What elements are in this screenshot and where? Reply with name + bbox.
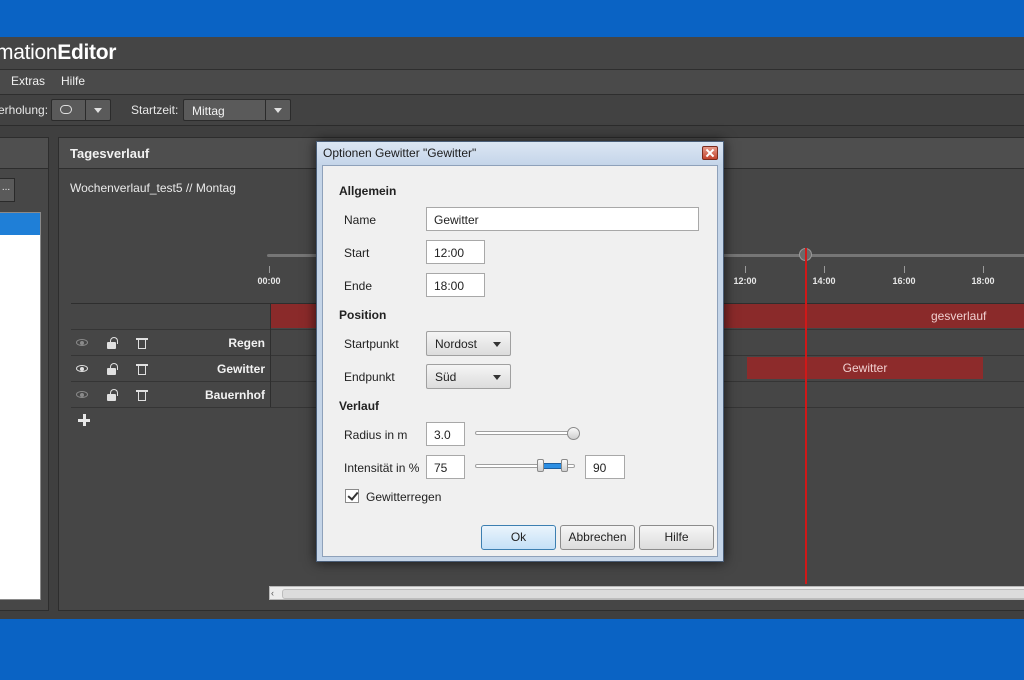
dialog-title: Optionen Gewitter "Gewitter" xyxy=(323,146,477,160)
intensity-label: Intensität in % xyxy=(344,461,420,475)
app-titlebar: mationEditor xyxy=(0,37,1024,69)
startpoint-select[interactable]: Nordost xyxy=(426,331,511,356)
left-panel-header xyxy=(0,138,48,169)
tick-mark xyxy=(745,266,746,273)
radius-slider-thumb[interactable] xyxy=(567,427,580,440)
toolbar: erholung: Startzeit: Mittag xyxy=(0,95,1024,126)
timeline-subtitle: Wochenverlauf_test5 // Montag xyxy=(70,181,236,195)
tick-label: 12:00 xyxy=(733,276,757,286)
chevron-down-icon[interactable] xyxy=(85,100,110,120)
track-name: Bauernhof xyxy=(205,388,265,402)
name-field[interactable]: Gewitter xyxy=(426,207,699,231)
section-position: Position xyxy=(339,308,387,322)
end-field[interactable]: 18:00 xyxy=(426,273,485,297)
gewitter-event-bar[interactable]: Gewitter xyxy=(747,357,983,379)
track-name: Regen xyxy=(228,336,265,350)
track-name: Gewitter xyxy=(216,362,265,376)
intensity-max-knob[interactable] xyxy=(561,459,568,472)
left-panel-list[interactable] xyxy=(0,212,41,600)
endpoint-select[interactable]: Süd xyxy=(426,364,511,389)
track-row-gewitter: Gewitter xyxy=(71,356,271,382)
trash-icon[interactable] xyxy=(135,388,149,402)
rain-checkbox[interactable] xyxy=(345,489,359,503)
trash-icon[interactable] xyxy=(135,336,149,350)
end-label: Ende xyxy=(344,279,373,293)
tick-label: 18:00 xyxy=(971,276,995,286)
close-icon[interactable] xyxy=(702,146,718,160)
scrollbar-thumb[interactable] xyxy=(282,589,1024,599)
timeline-title: Tagesverlauf xyxy=(70,146,150,161)
tick-mark xyxy=(904,266,905,273)
section-course: Verlauf xyxy=(339,399,380,413)
unlock-icon[interactable] xyxy=(105,388,119,402)
radius-slider[interactable] xyxy=(475,431,579,435)
list-item-selected[interactable] xyxy=(0,213,40,235)
start-field[interactable]: 12:00 xyxy=(426,240,485,264)
intensity-min-field[interactable]: 75 xyxy=(426,455,465,479)
chevron-down-icon xyxy=(493,375,501,380)
menu-hilfe[interactable]: Hilfe xyxy=(61,74,85,88)
start-time-combo[interactable]: Mittag xyxy=(183,99,291,121)
tick-label: 16:00 xyxy=(892,276,916,286)
endpoint-label: Endpunkt xyxy=(344,370,395,384)
loop-icon xyxy=(60,105,72,114)
chevron-left-icon[interactable]: ‹ xyxy=(271,588,281,598)
dialog-titlebar[interactable]: Optionen Gewitter "Gewitter" xyxy=(317,142,723,164)
intensity-max-field[interactable]: 90 xyxy=(585,455,625,479)
eye-icon[interactable] xyxy=(75,362,89,376)
cancel-button[interactable]: Abbrechen xyxy=(560,525,635,550)
eye-icon[interactable] xyxy=(75,388,89,402)
gewitter-event-label: Gewitter xyxy=(842,361,888,375)
tick-mark xyxy=(269,266,270,273)
chevron-down-icon[interactable] xyxy=(265,100,290,120)
ok-button[interactable]: Ok xyxy=(481,525,556,550)
track-row-regen: Regen xyxy=(71,330,271,356)
radius-field[interactable]: 3.0 xyxy=(426,422,465,446)
radius-label: Radius in m xyxy=(344,428,408,442)
start-time-value: Mittag xyxy=(192,104,225,118)
tick-mark xyxy=(824,266,825,273)
repeat-combo[interactable] xyxy=(51,99,111,121)
start-label: Start xyxy=(344,246,370,260)
rain-checkbox-label[interactable]: Gewitterregen xyxy=(366,490,441,504)
left-panel-button[interactable]: ... xyxy=(0,178,15,202)
tick-mark xyxy=(983,266,984,273)
menu-extras[interactable]: Extras xyxy=(11,74,45,88)
section-general: Allgemein xyxy=(339,184,397,198)
dialog-body: Allgemein Name Gewitter Start 12:00 Ende… xyxy=(322,165,718,557)
plus-icon[interactable] xyxy=(78,414,90,426)
chevron-down-icon xyxy=(493,342,501,347)
name-label: Name xyxy=(344,213,377,227)
playhead[interactable] xyxy=(805,248,807,584)
summary-bar-label: gesverlauf xyxy=(931,309,987,323)
trash-icon[interactable] xyxy=(135,362,149,376)
menubar: Extras Hilfe xyxy=(0,69,1024,95)
startpoint-label: Startpunkt xyxy=(344,337,399,351)
intensity-min-knob[interactable] xyxy=(537,459,544,472)
tick-label: 14:00 xyxy=(812,276,836,286)
help-button[interactable]: Hilfe xyxy=(639,525,714,550)
left-panel: ... xyxy=(0,137,49,611)
app-title: mationEditor xyxy=(0,41,117,64)
options-dialog: Optionen Gewitter "Gewitter" Allgemein N… xyxy=(316,141,724,562)
tick-label: 00:00 xyxy=(257,276,281,286)
eye-icon[interactable] xyxy=(75,336,89,350)
horizontal-scrollbar[interactable]: ‹ xyxy=(269,586,1024,600)
unlock-icon[interactable] xyxy=(105,336,119,350)
repeat-label: erholung: xyxy=(0,103,49,117)
unlock-icon[interactable] xyxy=(105,362,119,376)
track-row-bauernhof: Bauernhof xyxy=(71,382,271,408)
start-time-label: Startzeit: xyxy=(131,103,179,117)
